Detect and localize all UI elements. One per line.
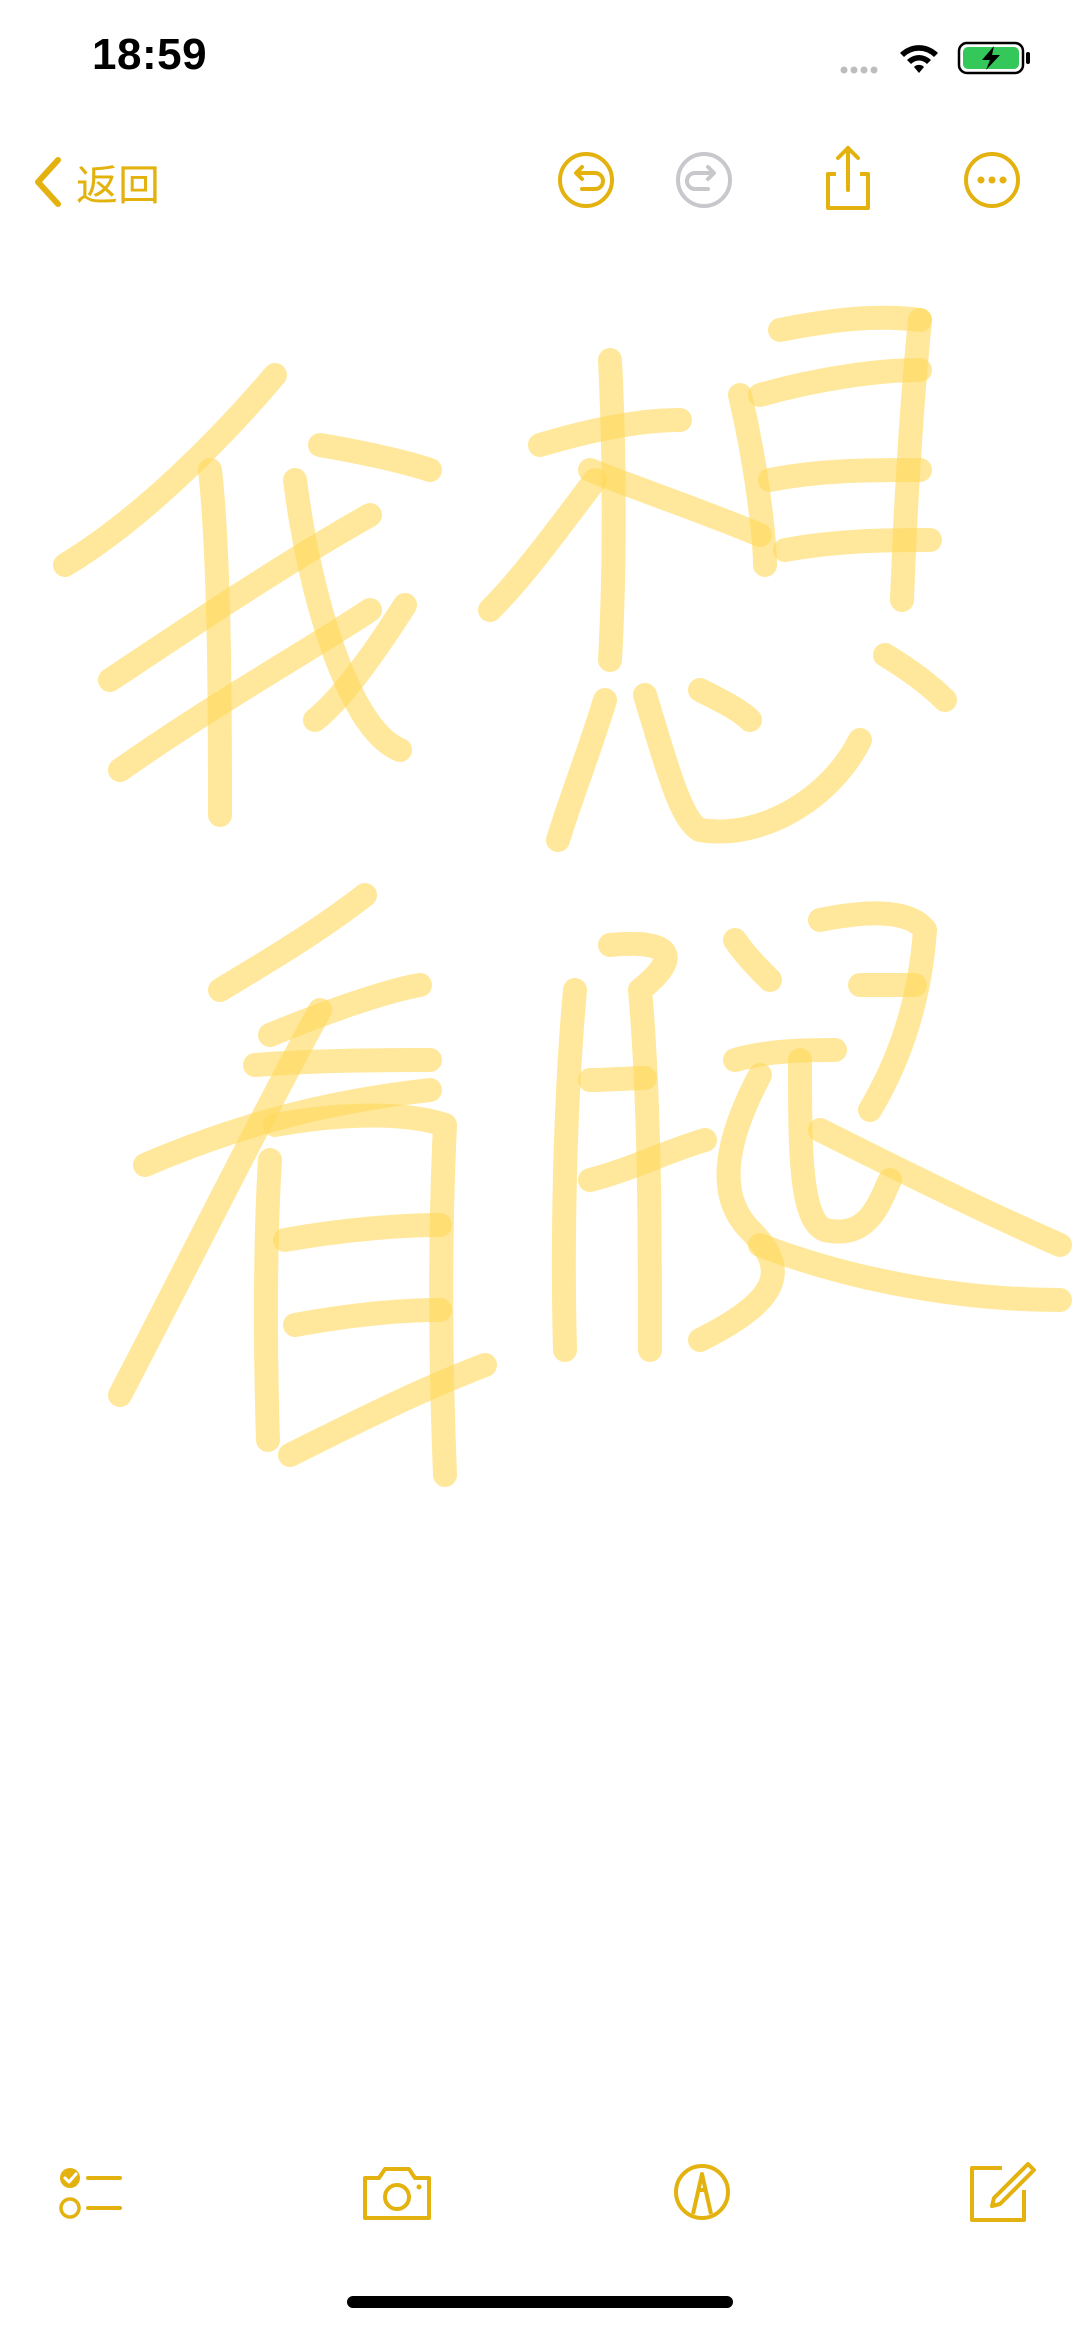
wifi-icon <box>900 45 938 73</box>
handwriting-strokes <box>53 305 1072 1487</box>
compose-button[interactable] <box>958 2150 1042 2234</box>
battery-icon <box>957 41 1030 75</box>
redo-button[interactable] <box>662 138 746 222</box>
ellipsis-circle-icon <box>964 152 1020 208</box>
compose-icon <box>970 2162 1036 2222</box>
redo-icon <box>676 152 732 208</box>
markup-button[interactable] <box>660 2150 744 2234</box>
back-label: 返回 <box>76 160 161 210</box>
drawing-canvas[interactable] <box>0 250 1080 2100</box>
nav-bar: 返回 <box>0 130 1080 240</box>
cellular-signal-icon <box>840 66 878 74</box>
undo-button[interactable] <box>544 138 628 222</box>
back-button[interactable]: 返回 <box>28 142 160 222</box>
status-time: 18:59 <box>92 30 208 79</box>
checklist-icon <box>59 2168 122 2219</box>
status-bar: 18:59 <box>0 0 1080 120</box>
undo-icon <box>558 152 614 208</box>
camera-icon <box>363 2167 431 2220</box>
markup-pen-icon <box>674 2164 730 2220</box>
home-indicator <box>347 2296 733 2308</box>
chevron-left-icon <box>35 157 61 207</box>
checklist-button[interactable] <box>48 2150 132 2234</box>
share-button[interactable] <box>806 138 890 222</box>
status-icons <box>840 41 1030 75</box>
share-icon <box>826 146 870 210</box>
camera-button[interactable] <box>355 2150 439 2234</box>
more-button[interactable] <box>950 138 1034 222</box>
bottom-toolbar <box>0 2140 1080 2240</box>
